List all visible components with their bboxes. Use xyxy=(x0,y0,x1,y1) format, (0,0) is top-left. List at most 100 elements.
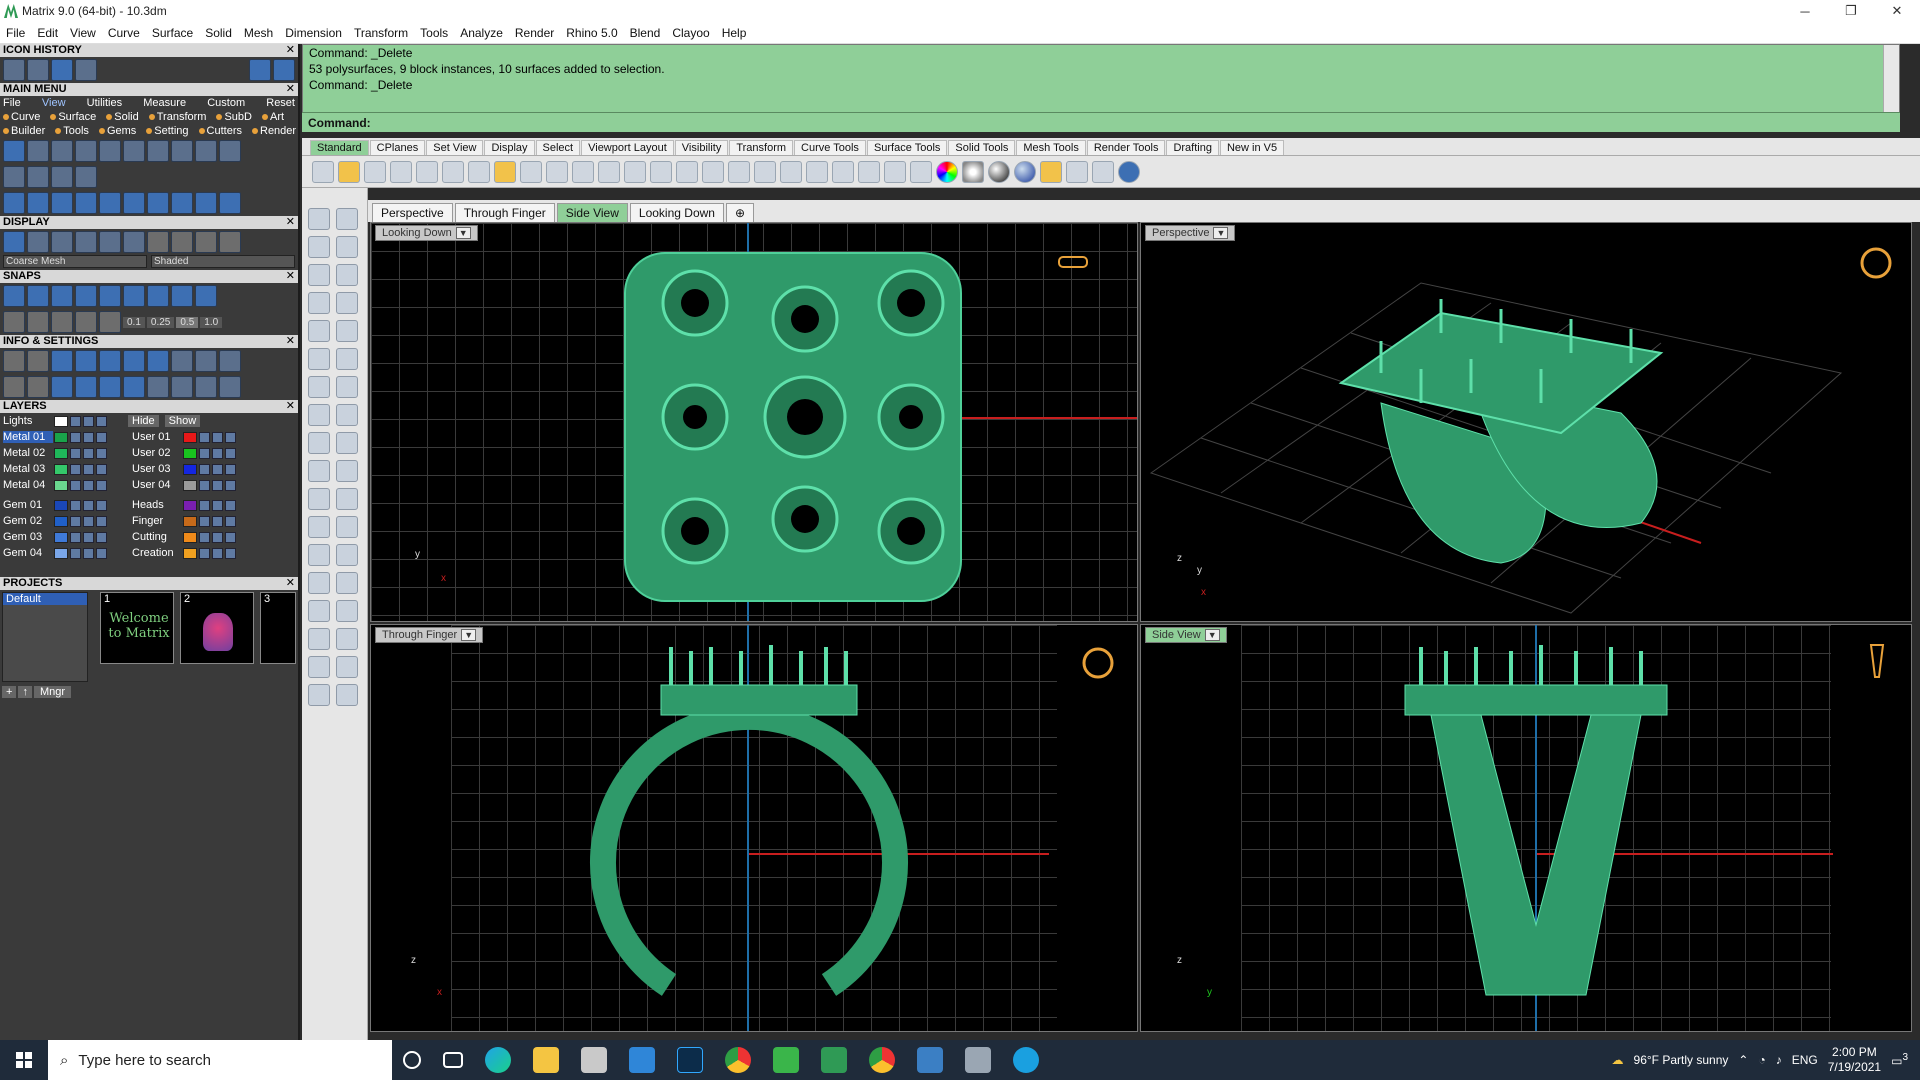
toolbar-tab-set-view[interactable]: Set View xyxy=(426,140,484,155)
snap-value-01[interactable]: 0.1 xyxy=(123,316,145,328)
menu-file[interactable]: File xyxy=(0,26,31,40)
layer-toggle[interactable] xyxy=(83,515,94,527)
layer-toggle[interactable] xyxy=(96,463,107,475)
view-tool-icon[interactable] xyxy=(171,140,193,162)
layer-color-swatch[interactable] xyxy=(183,463,197,475)
vp-label-looking-down[interactable]: Looking Down ▼ xyxy=(375,225,478,241)
undo-icon[interactable] xyxy=(520,160,542,183)
vp-tab-looking-down[interactable]: Looking Down xyxy=(629,203,724,222)
layer-color-swatch[interactable] xyxy=(54,463,68,475)
menu-transform[interactable]: Transform xyxy=(348,26,414,40)
close-icon[interactable]: ✕ xyxy=(286,400,295,413)
snap-value-025[interactable]: 0.25 xyxy=(146,316,175,328)
volume-icon[interactable]: ♪ xyxy=(1776,1053,1782,1067)
view-tool-icon[interactable] xyxy=(147,140,169,162)
side-tool-icon[interactable] xyxy=(336,292,358,314)
chrome-icon[interactable] xyxy=(725,1047,751,1073)
side-tool-icon[interactable] xyxy=(308,320,330,342)
layer-name[interactable]: User 04 xyxy=(132,479,182,491)
layer-name[interactable]: Finger xyxy=(132,515,182,527)
layer-toggle[interactable] xyxy=(212,531,223,543)
history-tool-icon[interactable] xyxy=(3,59,25,81)
info-tool-icon[interactable] xyxy=(123,376,145,398)
layer-toggle[interactable] xyxy=(96,531,107,543)
side-tool-icon[interactable] xyxy=(336,432,358,454)
side-tool-icon[interactable] xyxy=(308,600,330,622)
toolbar-tab-standard[interactable]: Standard xyxy=(310,140,369,155)
layer-icon[interactable] xyxy=(910,160,932,183)
lights-toggle[interactable] xyxy=(83,415,94,427)
toolbar-tab-display[interactable]: Display xyxy=(484,140,535,155)
show-button[interactable]: Show xyxy=(164,415,201,427)
menu-render[interactable]: Render xyxy=(509,26,560,40)
start-button[interactable] xyxy=(0,1040,48,1080)
layer-toggle[interactable] xyxy=(225,515,236,527)
layer-toggle[interactable] xyxy=(83,547,94,559)
zoom-window-icon[interactable] xyxy=(624,160,646,183)
mm-file[interactable]: File xyxy=(3,97,21,109)
side-tool-icon[interactable] xyxy=(336,348,358,370)
chevron-down-icon[interactable]: ▼ xyxy=(461,629,477,641)
mm-subd[interactable]: SubD xyxy=(216,111,252,123)
snap-icon[interactable] xyxy=(147,285,169,307)
close-icon[interactable]: ✕ xyxy=(286,216,295,229)
layer-toggle[interactable] xyxy=(70,499,81,511)
photos-icon[interactable] xyxy=(917,1047,943,1073)
chevron-down-icon[interactable]: ▼ xyxy=(455,227,471,239)
side-tool-icon[interactable] xyxy=(308,236,330,258)
display-mode-icon[interactable] xyxy=(195,231,217,253)
info-tool-icon[interactable] xyxy=(219,350,241,372)
layer-toggle[interactable] xyxy=(70,479,81,491)
move-view-icon[interactable] xyxy=(572,160,594,183)
menu-rhino[interactable]: Rhino 5.0 xyxy=(560,26,623,40)
layer-color-swatch[interactable] xyxy=(183,479,197,491)
layer-toggle[interactable] xyxy=(70,463,81,475)
layer-toggle[interactable] xyxy=(225,463,236,475)
transform-tool-icon[interactable] xyxy=(75,192,97,214)
layer-toggle[interactable] xyxy=(225,431,236,443)
open-file-icon[interactable] xyxy=(338,160,360,183)
layer-toggle[interactable] xyxy=(212,463,223,475)
layer-toggle[interactable] xyxy=(225,531,236,543)
layer-name[interactable]: Heads xyxy=(132,499,182,511)
snap-value-05[interactable]: 0.5 xyxy=(176,316,199,328)
menu-blend[interactable]: Blend xyxy=(624,26,667,40)
shade-icon[interactable] xyxy=(962,160,984,183)
minimize-button[interactable]: ─ xyxy=(1782,0,1828,22)
display-mode-icon[interactable] xyxy=(123,231,145,253)
store-icon[interactable] xyxy=(581,1047,607,1073)
layer-toggle[interactable] xyxy=(199,479,210,491)
close-icon[interactable]: ✕ xyxy=(286,83,295,96)
chevron-up-icon[interactable]: ⌃ xyxy=(1738,1053,1748,1067)
mm-surface[interactable]: Surface xyxy=(50,111,96,123)
transform-tool-icon[interactable] xyxy=(219,192,241,214)
side-tool-icon[interactable] xyxy=(336,600,358,622)
matrix-icon[interactable] xyxy=(821,1047,847,1073)
mm-reset[interactable]: Reset xyxy=(266,97,295,109)
lights-toggle[interactable] xyxy=(70,415,81,427)
layer-toggle[interactable] xyxy=(225,499,236,511)
zoom-app-icon[interactable] xyxy=(1013,1047,1039,1073)
snap-icon[interactable] xyxy=(27,285,49,307)
side-tool-icon[interactable] xyxy=(336,572,358,594)
snap-icon[interactable] xyxy=(806,160,828,183)
view-tool-icon[interactable] xyxy=(3,140,25,162)
info-tool-icon[interactable] xyxy=(75,376,97,398)
layer-color-swatch[interactable] xyxy=(54,479,68,491)
mm-measure[interactable]: Measure xyxy=(143,97,186,109)
lock-icon[interactable] xyxy=(884,160,906,183)
object-properties-icon[interactable] xyxy=(1040,160,1062,183)
options-gear-icon[interactable] xyxy=(1066,160,1088,183)
view-tool-icon[interactable] xyxy=(219,140,241,162)
info-tool-icon[interactable] xyxy=(3,350,25,372)
side-tool-icon[interactable] xyxy=(308,404,330,426)
view-tool-icon[interactable] xyxy=(195,140,217,162)
layer-name[interactable]: Gem 01 xyxy=(3,499,53,511)
hide-button[interactable]: Hide xyxy=(128,415,159,427)
toolbar-tab-mesh-tools[interactable]: Mesh Tools xyxy=(1016,140,1086,155)
snap-icon[interactable] xyxy=(99,285,121,307)
mm-setting[interactable]: Setting xyxy=(146,125,189,137)
weather-text[interactable]: 96°F Partly sunny xyxy=(1634,1053,1729,1067)
side-tool-icon[interactable] xyxy=(308,656,330,678)
transform-tool-icon[interactable] xyxy=(51,192,73,214)
